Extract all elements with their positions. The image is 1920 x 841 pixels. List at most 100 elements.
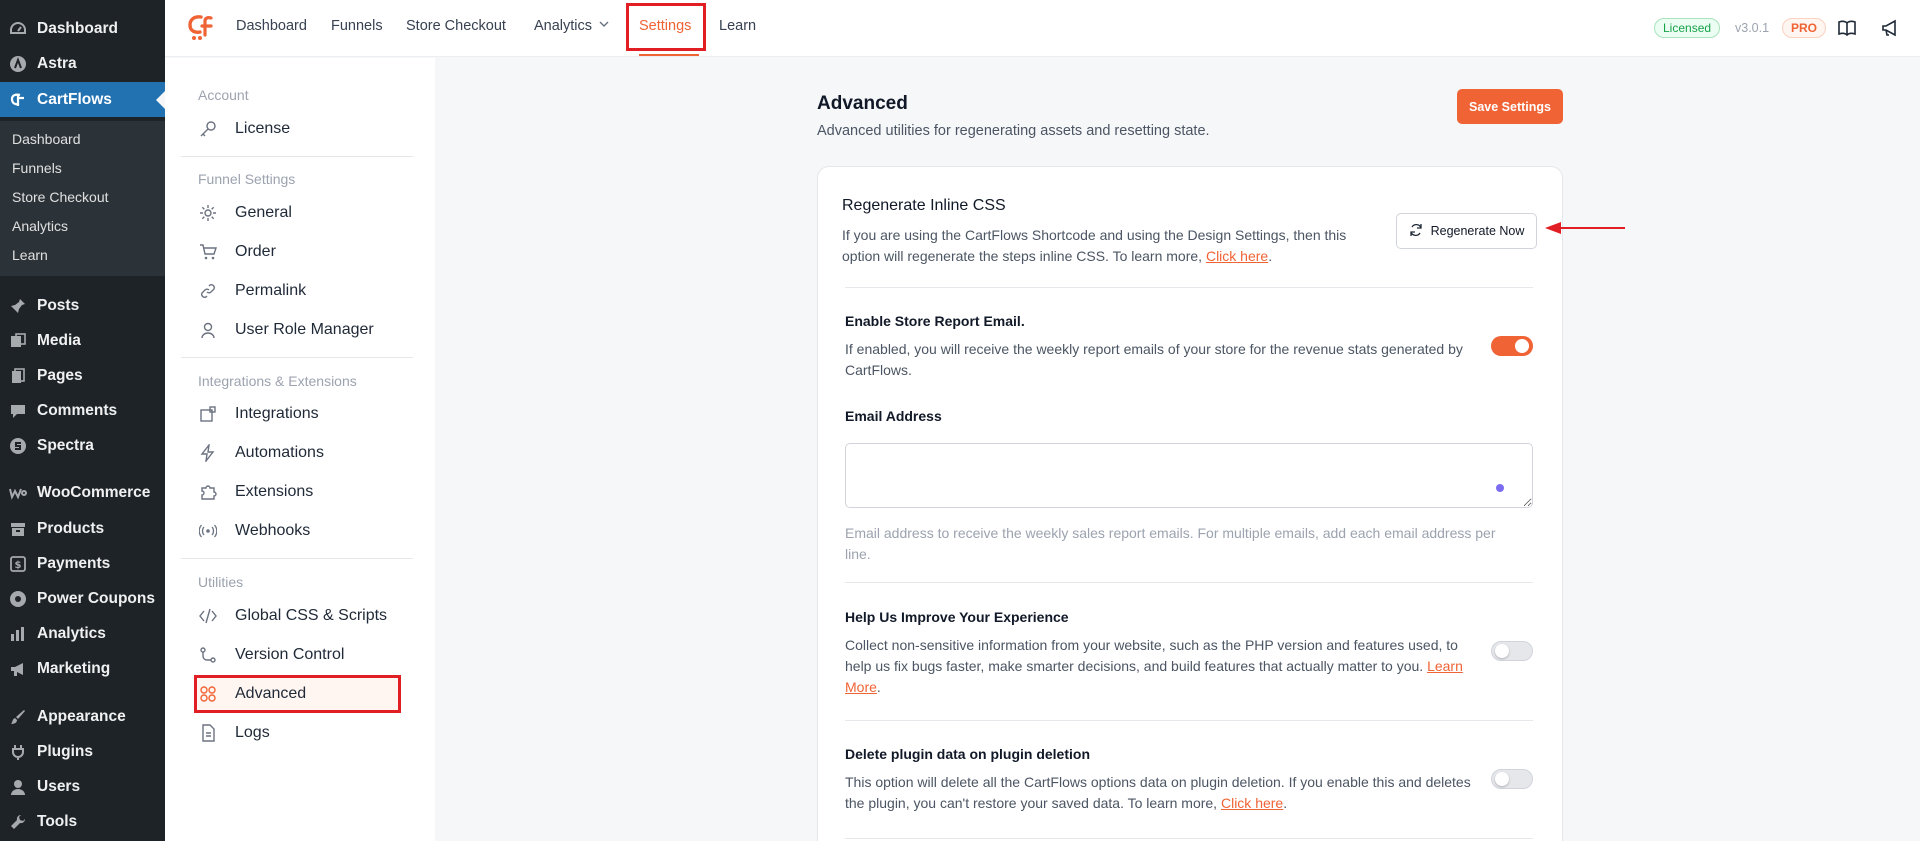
settings-item-order[interactable]: Order <box>198 240 276 264</box>
refresh-icon <box>1409 223 1423 240</box>
wp-menu-cartflows[interactable]: CartFlows <box>0 82 165 117</box>
wp-menu-label: Tools <box>37 812 78 830</box>
wp-menu-woocommerce[interactable]: WooCommerce <box>0 475 165 510</box>
topnav-store-checkout[interactable]: Store Checkout <box>406 18 506 34</box>
settings-item-permalink[interactable]: Permalink <box>198 279 306 303</box>
settings-sidebar: Account License Funnel Settings General … <box>165 58 435 841</box>
delete-data-title: Delete plugin data on plugin deletion <box>845 746 1090 762</box>
cartflows-topbar: Dashboard Funnels Store Checkout Analyti… <box>165 0 1920 57</box>
code-icon <box>198 606 218 626</box>
book-icon[interactable] <box>1837 18 1857 38</box>
settings-item-label: Global CSS & Scripts <box>235 607 388 624</box>
wp-menu-products[interactable]: Products <box>0 511 165 546</box>
group-title-funnel-settings: Funnel Settings <box>198 171 296 187</box>
wp-menu-plugins[interactable]: Plugins <box>0 734 165 769</box>
submenu-dashboard[interactable]: Dashboard <box>12 131 81 147</box>
settings-item-label: General <box>235 204 292 221</box>
megaphone-icon[interactable] <box>1880 18 1900 38</box>
page-subtitle: Advanced utilities for regenerating asse… <box>817 123 1210 139</box>
wrench-icon <box>9 813 27 831</box>
dashboard-icon <box>9 20 27 38</box>
settings-item-label: Logs <box>235 724 270 741</box>
annotation-arrow <box>1545 221 1625 235</box>
astra-icon <box>9 55 27 73</box>
settings-item-license[interactable]: License <box>198 117 290 141</box>
settings-item-advanced[interactable]: Advanced <box>198 682 306 706</box>
submenu-analytics[interactable]: Analytics <box>12 218 68 234</box>
active-tab-underline <box>639 54 699 56</box>
wp-menu-dashboard[interactable]: Dashboard <box>0 11 165 46</box>
toggle-knob <box>1495 644 1509 658</box>
delete-data-toggle[interactable] <box>1491 769 1533 789</box>
regen-css-link[interactable]: Click here <box>1206 248 1268 264</box>
gear-icon <box>198 203 218 223</box>
delete-data-link[interactable]: Click here <box>1221 795 1283 811</box>
submenu-learn[interactable]: Learn <box>12 247 48 263</box>
improve-toggle[interactable] <box>1491 641 1533 661</box>
group-title-integrations: Integrations & Extensions <box>198 373 357 389</box>
wp-menu-analytics[interactable]: Analytics <box>0 616 165 651</box>
settings-item-user-role-manager[interactable]: User Role Manager <box>198 318 374 342</box>
pages-icon <box>9 367 27 385</box>
wp-menu-label: Pages <box>37 366 83 384</box>
cartflows-icon <box>9 91 27 109</box>
document-icon <box>198 723 218 743</box>
git-branch-icon <box>198 645 218 665</box>
topnav-funnels[interactable]: Funnels <box>331 18 383 34</box>
topnav-analytics[interactable]: Analytics <box>534 18 610 34</box>
settings-item-global-css[interactable]: Global CSS & Scripts <box>198 604 387 628</box>
settings-item-automations[interactable]: Automations <box>198 441 324 465</box>
toggle-knob <box>1515 339 1529 353</box>
user-icon <box>198 320 218 340</box>
wp-menu-label: Power Coupons <box>37 589 155 607</box>
wp-menu-tools[interactable]: Tools <box>0 804 165 839</box>
wp-menu-label: Analytics <box>37 624 106 642</box>
wp-menu-astra[interactable]: Astra <box>0 46 165 81</box>
settings-item-version-control[interactable]: Version Control <box>198 643 344 667</box>
wp-menu-media[interactable]: Media <box>0 323 165 358</box>
status-dot <box>1496 484 1504 492</box>
submenu-store-checkout[interactable]: Store Checkout <box>12 189 109 205</box>
wp-menu-label: Users <box>37 777 81 795</box>
wp-menu-posts[interactable]: Posts <box>0 288 165 323</box>
wp-menu-users[interactable]: Users <box>0 769 165 804</box>
section-separator <box>845 582 1533 583</box>
wp-menu-spectra[interactable]: Spectra <box>0 428 165 463</box>
wp-menu-appearance[interactable]: Appearance <box>0 699 165 734</box>
cartflows-logo[interactable] <box>185 13 215 43</box>
section-separator <box>845 287 1533 288</box>
wp-menu-comments[interactable]: Comments <box>0 393 165 428</box>
divider <box>181 156 413 157</box>
link-icon <box>198 281 218 301</box>
regenerate-now-button[interactable]: Regenerate Now <box>1396 213 1537 249</box>
save-settings-button[interactable]: Save Settings <box>1457 89 1563 124</box>
topnav-learn[interactable]: Learn <box>719 18 756 34</box>
user-icon <box>9 778 27 796</box>
wp-menu-payments[interactable]: $ Payments <box>0 546 165 581</box>
group-title-utilities: Utilities <box>198 574 244 590</box>
page-title: Advanced <box>817 93 908 114</box>
regen-css-text: If you are using the CartFlows Shortcode… <box>842 227 1347 264</box>
submenu-funnels[interactable]: Funnels <box>12 160 62 176</box>
dollar-icon: $ <box>9 555 27 573</box>
settings-item-label: User Role Manager <box>235 321 374 338</box>
wp-menu-pages[interactable]: Pages <box>0 358 165 393</box>
wp-menu-marketing[interactable]: Marketing <box>0 651 165 686</box>
improve-text: Collect non-sensitive information from y… <box>845 637 1458 674</box>
wp-menu-label: WooCommerce <box>37 483 151 501</box>
pin-icon <box>9 297 27 315</box>
wp-menu-power-coupons[interactable]: Power Coupons <box>0 581 165 616</box>
topnav-settings[interactable]: Settings <box>639 18 691 34</box>
wp-menu-label: Astra <box>37 54 77 72</box>
settings-item-integrations[interactable]: Integrations <box>198 402 319 426</box>
email-address-input[interactable] <box>845 443 1533 508</box>
topnav-dashboard[interactable]: Dashboard <box>236 18 307 34</box>
settings-item-webhooks[interactable]: Webhooks <box>198 519 310 543</box>
settings-item-label: Automations <box>235 444 324 461</box>
settings-item-extensions[interactable]: Extensions <box>198 480 313 504</box>
settings-item-general[interactable]: General <box>198 201 292 225</box>
settings-item-logs[interactable]: Logs <box>198 721 270 745</box>
section-separator <box>845 838 1533 839</box>
comment-icon <box>9 402 27 420</box>
store-report-toggle[interactable] <box>1491 336 1533 356</box>
